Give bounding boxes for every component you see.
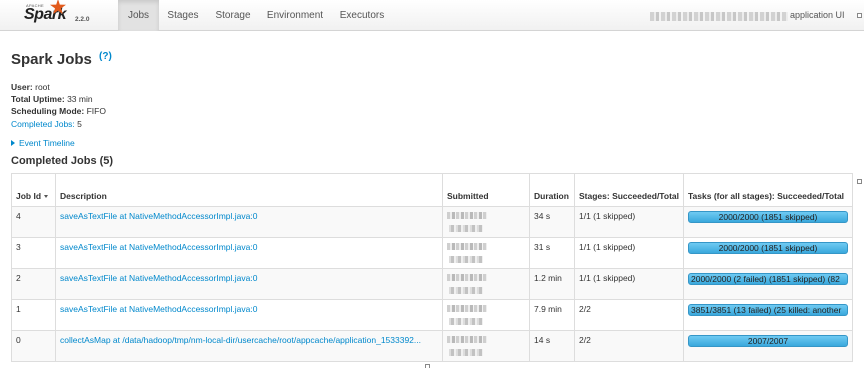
header-duration[interactable]: Duration [529, 173, 575, 207]
header-description[interactable]: Description [55, 173, 443, 207]
job-id-cell: 2 [11, 268, 56, 300]
duration-cell: 34 s [529, 206, 575, 238]
tab-executors[interactable]: Executors [332, 0, 392, 31]
stages-cell: 1/1 (1 skipped) [574, 268, 684, 300]
summary-scheduling: Scheduling Mode: FIFO [11, 106, 106, 116]
tasks-progress-bar: 2000/2000 (2 failed) (1851 skipped) (82 [688, 273, 848, 285]
completed-jobs-heading: Completed Jobs (5) [11, 155, 114, 167]
job-description-link[interactable]: saveAsTextFile at NativeMethodAccessorIm… [60, 242, 257, 252]
job-id-cell: 4 [11, 206, 56, 238]
completed-jobs-link[interactable]: Completed Jobs: [11, 119, 75, 129]
stages-cell: 1/1 (1 skipped) [574, 206, 684, 238]
tasks-progress-label: 2000/2000 (1851 skipped) [718, 212, 818, 222]
header-submitted[interactable]: Submitted [442, 173, 530, 207]
job-description-link[interactable]: saveAsTextFile at NativeMethodAccessorIm… [60, 304, 257, 314]
duration-cell: 1.2 min [529, 268, 575, 300]
completed-jobs-table: Job Id Description Submitted Duration St… [11, 173, 853, 362]
spark-star-icon [50, 0, 66, 14]
stages-cell: 1/1 (1 skipped) [574, 237, 684, 269]
job-id-cell: 0 [11, 330, 56, 362]
tasks-progress-label: 2000/2000 (2 failed) (1851 skipped) (82 [691, 274, 840, 284]
tasks-progress-label: 2007/2007 [747, 336, 789, 346]
expand-arrow-icon [11, 140, 15, 146]
summary-completed: Completed Jobs: 5 [11, 119, 82, 129]
scheduling-value: FIFO [86, 106, 106, 116]
uptime-label: Total Uptime: [11, 94, 65, 104]
duration-cell: 7.9 min [529, 299, 575, 331]
completed-jobs-value: 5 [77, 119, 82, 129]
table-row: 0 collectAsMap at /data/hadoop/tmp/nm-lo… [11, 330, 853, 362]
table-row: 2 saveAsTextFile at NativeMethodAccessor… [11, 268, 853, 300]
app-host-redacted [650, 12, 788, 21]
job-id-cell: 1 [11, 299, 56, 331]
tab-jobs[interactable]: Jobs [118, 0, 159, 31]
event-timeline-toggle[interactable]: Event Timeline [11, 138, 75, 148]
table-row: 3 saveAsTextFile at NativeMethodAccessor… [11, 237, 853, 269]
submitted-cell-redacted [442, 268, 530, 300]
tasks-progress-bar: 3851/3851 (13 failed) (25 killed: anothe… [688, 304, 848, 316]
sort-desc-icon [44, 195, 49, 199]
stages-cell: 2/2 [574, 330, 684, 362]
tasks-progress-bar: 2000/2000 (1851 skipped) [688, 242, 848, 254]
header-stages[interactable]: Stages: Succeeded/Total [574, 173, 684, 207]
stages-cell: 2/2 [574, 299, 684, 331]
tasks-progress-label: 2000/2000 (1851 skipped) [718, 243, 818, 253]
job-description-link[interactable]: saveAsTextFile at NativeMethodAccessorIm… [60, 273, 257, 283]
user-value: root [35, 82, 50, 92]
table-row: 4 saveAsTextFile at NativeMethodAccessor… [11, 206, 853, 238]
job-description-link[interactable]: saveAsTextFile at NativeMethodAccessorIm… [60, 211, 257, 221]
spark-version: 2.2.0 [75, 16, 90, 23]
duration-cell: 31 s [529, 237, 575, 269]
summary-uptime: Total Uptime: 33 min [11, 94, 93, 104]
scheduling-label: Scheduling Mode: [11, 106, 85, 116]
submitted-cell-redacted [442, 237, 530, 269]
job-id-cell: 3 [11, 237, 56, 269]
help-link[interactable]: (?) [99, 51, 112, 62]
page-title: Spark Jobs [11, 51, 92, 68]
user-label: User: [11, 82, 33, 92]
event-timeline-label: Event Timeline [19, 138, 75, 148]
header-job-id-label: Job Id [16, 191, 42, 201]
spark-logo[interactable]: APACHE Spark 2.2.0 [24, 0, 98, 28]
header-job-id[interactable]: Job Id [11, 173, 56, 207]
app-name-label: application UI [790, 10, 845, 20]
tasks-progress-bar: 2000/2000 (1851 skipped) [688, 211, 848, 223]
tab-storage[interactable]: Storage [208, 0, 258, 31]
resize-handle-top-right[interactable] [857, 13, 862, 18]
job-description-link[interactable]: collectAsMap at /data/hadoop/tmp/nm-loca… [60, 335, 421, 345]
uptime-value: 33 min [67, 94, 93, 104]
tasks-progress-bar: 2007/2007 [688, 335, 848, 347]
submitted-cell-redacted [442, 330, 530, 362]
table-row: 1 saveAsTextFile at NativeMethodAccessor… [11, 299, 853, 331]
tasks-progress-label: 3851/3851 (13 failed) (25 killed: anothe… [691, 305, 842, 315]
tab-environment[interactable]: Environment [260, 0, 330, 31]
submitted-cell-redacted [442, 299, 530, 331]
tab-stages[interactable]: Stages [160, 0, 206, 31]
header-tasks[interactable]: Tasks (for all stages): Succeeded/Total [683, 173, 853, 207]
navbar: APACHE Spark 2.2.0 Jobs Stages Storage E… [0, 0, 864, 31]
resize-handle-right[interactable] [857, 179, 862, 184]
duration-cell: 14 s [529, 330, 575, 362]
summary-user: User: root [11, 82, 50, 92]
resize-handle-bottom[interactable] [425, 364, 430, 368]
submitted-cell-redacted [442, 206, 530, 238]
